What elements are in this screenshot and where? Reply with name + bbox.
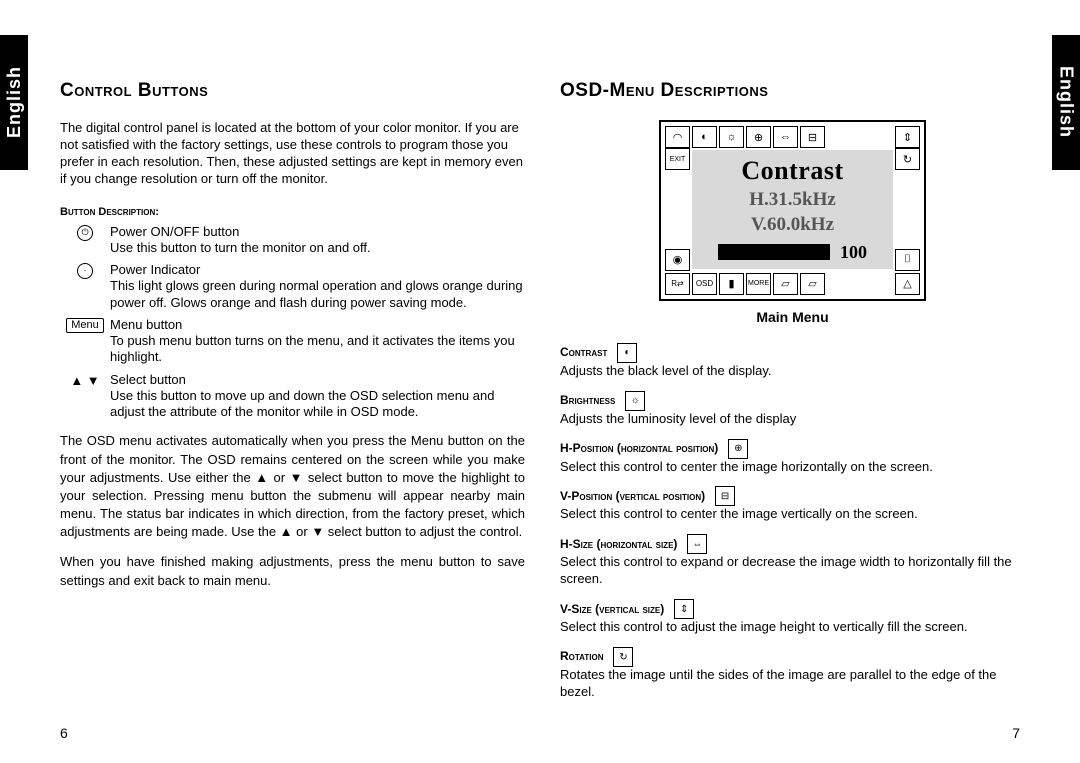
heading-control-buttons: Control Buttons bbox=[60, 80, 525, 102]
language-tab-right: English bbox=[1052, 35, 1080, 170]
item-contrast: Contrast◐Adjusts the black level of the … bbox=[560, 343, 1025, 380]
hsize-icon: ⇔ bbox=[687, 534, 707, 554]
menu-icon: Menu bbox=[60, 317, 110, 366]
osd-vfreq: V.60.0kHz bbox=[696, 215, 889, 236]
button-row-menu: Menu Menu buttonTo push menu button turn… bbox=[60, 317, 525, 366]
osd-top-icon: ◠ bbox=[665, 126, 690, 148]
osd-side-icon: ⌷ bbox=[895, 249, 920, 271]
left-column: Control Buttons The digital control pane… bbox=[60, 80, 525, 590]
vpos-icon: ⊟ bbox=[715, 486, 735, 506]
finish-paragraph: When you have finished making adjustment… bbox=[60, 553, 525, 589]
osd-side-icon: ↻ bbox=[895, 148, 920, 170]
osd-top-icon: ⇔ bbox=[773, 126, 798, 148]
osd-top-icon: ◐ bbox=[692, 126, 717, 148]
osd-figure: ◠ ◐ ☼ ⊕ ⇔ ⊟ ⇕ EXIT ◉ Contrast H.31.5kHz bbox=[560, 120, 1025, 325]
osd-top-icon: ☼ bbox=[719, 126, 744, 148]
page-number-right: 7 bbox=[1012, 725, 1020, 741]
rotation-icon: ↻ bbox=[613, 647, 633, 667]
osd-bottom-icon: R⇄ bbox=[665, 273, 690, 295]
item-vposition: V-Position (vertical position)⊟Select th… bbox=[560, 486, 1025, 523]
brightness-icon: ☼ bbox=[625, 391, 645, 411]
button-description-heading: Button Description: bbox=[60, 206, 525, 218]
item-brightness: Brightness☼Adjusts the luminosity level … bbox=[560, 391, 1025, 428]
osd-hfreq: H.31.5kHz bbox=[696, 190, 889, 211]
osd-screen: ◠ ◐ ☼ ⊕ ⇔ ⊟ ⇕ EXIT ◉ Contrast H.31.5kHz bbox=[659, 120, 926, 301]
item-hposition: H-Position (horizontal position)⊕Select … bbox=[560, 439, 1025, 476]
osd-activation-paragraph: The OSD menu activates automatically whe… bbox=[60, 432, 525, 541]
osd-bottom-icon: MORE bbox=[746, 273, 771, 295]
heading-osd-menu: OSD-Menu Descriptions bbox=[560, 80, 1025, 102]
select-icon: ▲ ▼ bbox=[60, 372, 110, 421]
language-tab-left: English bbox=[0, 35, 28, 170]
osd-bottom-icon: ▱ bbox=[800, 273, 825, 295]
item-rotation: Rotation↻Rotates the image until the sid… bbox=[560, 647, 1025, 701]
osd-progress-bar bbox=[718, 244, 830, 260]
intro-paragraph: The digital control panel is located at … bbox=[60, 120, 525, 188]
button-row-indicator: · Power IndicatorThis light glows green … bbox=[60, 262, 525, 311]
power-icon: ⏻ bbox=[60, 224, 110, 257]
osd-bottom-icon: △ bbox=[895, 273, 920, 295]
osd-side-icon: ◉ bbox=[665, 249, 690, 271]
osd-title: Contrast bbox=[696, 156, 889, 186]
item-vsize: V-Size (vertical size)⇕Select this contr… bbox=[560, 599, 1025, 636]
osd-top-icon: ⊟ bbox=[800, 126, 825, 148]
right-column: OSD-Menu Descriptions ◠ ◐ ☼ ⊕ ⇔ ⊟ ⇕ EXIT… bbox=[560, 80, 1025, 712]
osd-bottom-icon: ▱ bbox=[773, 273, 798, 295]
manual-spread: English English Control Buttons The digi… bbox=[0, 0, 1080, 763]
indicator-icon: · bbox=[60, 262, 110, 311]
osd-center-panel: Contrast H.31.5kHz V.60.0kHz 100 bbox=[692, 150, 893, 269]
vsize-icon: ⇕ bbox=[674, 599, 694, 619]
hpos-icon: ⊕ bbox=[728, 439, 748, 459]
osd-exit-icon: EXIT bbox=[665, 148, 690, 170]
contrast-icon: ◐ bbox=[617, 343, 637, 363]
button-row-power: ⏻ Power ON/OFF buttonUse this button to … bbox=[60, 224, 525, 257]
item-hsize: H-Size (horizontal size)⇔Select this con… bbox=[560, 534, 1025, 588]
osd-top-icon: ⊕ bbox=[746, 126, 771, 148]
main-menu-caption: Main Menu bbox=[756, 309, 828, 325]
osd-top-icon: ⇕ bbox=[895, 126, 920, 148]
page-number-left: 6 bbox=[60, 725, 68, 741]
button-row-select: ▲ ▼ Select buttonUse this button to move… bbox=[60, 372, 525, 421]
osd-bottom-icon: ▮ bbox=[719, 273, 744, 295]
osd-bottom-icon: OSD bbox=[692, 273, 717, 295]
osd-value: 100 bbox=[840, 242, 867, 263]
